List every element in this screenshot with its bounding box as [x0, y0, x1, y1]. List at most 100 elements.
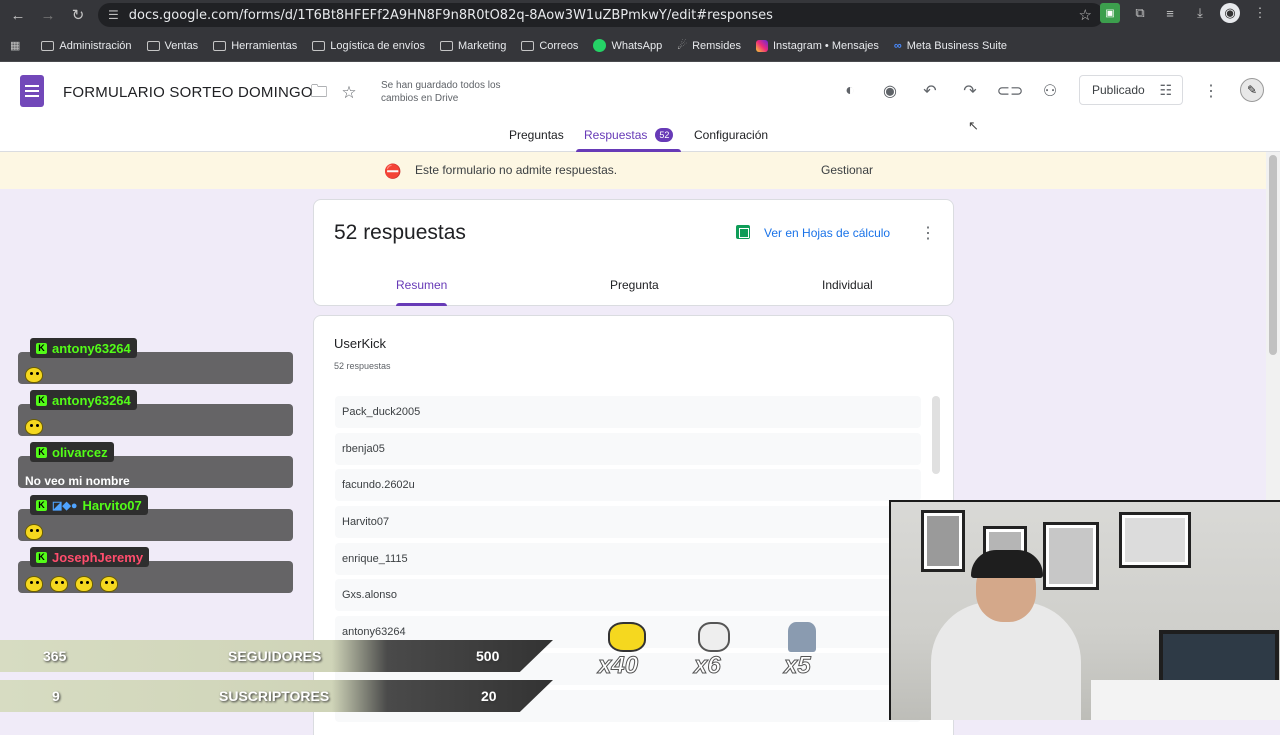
bookmark-star-icon[interactable]: ☆ — [1079, 6, 1092, 24]
multiplier-item: x6 — [694, 614, 754, 684]
more-options-icon[interactable]: ⋮ — [920, 223, 936, 243]
bookmark-item[interactable]: ∞ Meta Business Suite — [894, 40, 1007, 52]
subscriber-badge-icon: ◪◆● — [52, 499, 78, 512]
published-label: Publicado — [1092, 83, 1145, 97]
response-count-badge: 52 — [655, 128, 674, 142]
tab-label: Configuración — [694, 128, 769, 142]
emote-icon — [25, 419, 43, 435]
browser-toolbar: ← → ↻ ☰ docs.google.com/forms/d/1T6Bt8HF… — [0, 0, 1280, 30]
person-emote-icon — [788, 622, 816, 652]
list-item: Harvito07 — [335, 506, 921, 539]
wall-frame — [921, 510, 965, 572]
palette-icon[interactable]: ◐ — [838, 79, 862, 103]
skull-emote-icon — [698, 622, 730, 652]
responses-count: 52 respuestas — [334, 221, 466, 244]
multiplier-label: x40 — [597, 652, 639, 680]
manage-button[interactable]: Gestionar — [821, 163, 873, 177]
chat-username: JosephJeremy — [52, 549, 144, 565]
multiplier-item: x5 — [784, 614, 844, 684]
remsides-icon: ☄ — [677, 40, 688, 52]
reload-icon[interactable]: ↻ — [66, 3, 90, 27]
chat-username-tag: Kantony63264 — [30, 338, 137, 358]
chat-username-tag: K JosephJeremy — [30, 547, 150, 567]
page-scrollbar-thumb[interactable] — [1269, 155, 1277, 355]
emote-icon — [100, 576, 118, 592]
list-item: rbenja05 — [335, 432, 921, 465]
preview-eye-icon[interactable]: ◉ — [878, 79, 902, 103]
apps-grid-icon[interactable]: ▦ — [10, 39, 25, 52]
sheets-icon[interactable] — [736, 225, 750, 239]
chat-username-tag: Kantony63264 — [30, 390, 137, 410]
site-info-icon[interactable]: ☰ — [108, 8, 119, 22]
address-bar[interactable]: ☰ docs.google.com/forms/d/1T6Bt8HFEFf2A9… — [98, 3, 1104, 27]
list-item: Gxs.alonso — [335, 579, 921, 612]
bookmark-label: Administración — [59, 39, 132, 52]
google-forms-logo-icon[interactable] — [20, 75, 44, 107]
bookmarks-bar: ▦ Administración Ventas Herramientas Log… — [0, 30, 1280, 62]
back-icon[interactable]: ← — [6, 3, 30, 27]
subscribers-goal: 20 — [481, 688, 497, 704]
answers-scrollbar[interactable] — [932, 396, 940, 474]
bookmark-item[interactable]: WhatsApp — [593, 39, 662, 52]
bookmark-item[interactable]: Correos — [521, 40, 578, 52]
bookmark-item[interactable]: Marketing — [440, 40, 506, 52]
url-text: docs.google.com/forms/d/1T6Bt8HFEFf2A9HN… — [128, 7, 773, 23]
bookmark-item[interactable]: Herramientas — [213, 40, 297, 52]
folder-icon[interactable]: 🗀 — [308, 82, 330, 104]
sliders-icon: ☷ — [1159, 81, 1172, 98]
followers-label: SEGUIDORES — [228, 648, 322, 664]
bookmark-item[interactable]: ☄ Remsides — [677, 39, 741, 53]
emote-icon — [25, 367, 43, 383]
chat-username-tag: K ◪◆● Harvito07 — [30, 495, 148, 515]
list-item: facundo.2602u — [335, 469, 921, 502]
subtab-resumen[interactable]: Resumen — [396, 278, 448, 306]
bookmark-item[interactable]: Administración — [41, 39, 132, 52]
bookmark-label: Instagram • Mensajes — [772, 39, 879, 52]
chat-username: olivarcez — [52, 444, 108, 460]
profile-icon[interactable]: ◉ — [1220, 3, 1240, 23]
kick-badge-icon: K — [36, 499, 47, 511]
more-options-icon[interactable]: ⋮ — [1199, 79, 1223, 103]
view-in-sheets-link[interactable]: Ver en Hojas de cálculo — [764, 226, 890, 240]
link-icon[interactable]: ⊂⊃ — [997, 79, 1024, 103]
download-icon[interactable]: ⤓ — [1190, 3, 1210, 23]
kick-badge-icon: K — [36, 394, 47, 406]
tab-configuracion[interactable]: Configuración — [694, 128, 768, 152]
save-status: Se han guardado todos los cambios en Dri… — [381, 80, 501, 104]
wall-frame — [1043, 522, 1099, 590]
subtab-pregunta[interactable]: Pregunta — [610, 278, 659, 306]
redo-icon[interactable]: ↷ — [958, 79, 982, 103]
chat-username-tag: Kolivarcez — [30, 442, 114, 462]
webcam-feed — [889, 500, 1280, 720]
extension-icon[interactable]: ▣ — [1100, 3, 1120, 23]
forward-icon[interactable]: → — [36, 3, 60, 27]
avatar[interactable]: ✎ — [1240, 78, 1264, 102]
bookmark-label: Meta Business Suite — [906, 39, 1008, 52]
tab-respuestas[interactable]: Respuestas 52 — [575, 128, 682, 152]
form-title[interactable]: FORMULARIO SORTEO DOMINGO — [63, 84, 313, 101]
bookmark-item[interactable]: Instagram • Mensajes — [755, 39, 879, 52]
followers-goal-bar: 365 SEGUIDORES 500 — [0, 640, 553, 672]
star-icon[interactable]: ☆ — [338, 82, 360, 104]
media-icon[interactable]: ≡ — [1160, 3, 1180, 23]
list-item: Pack_duck2005 — [335, 396, 921, 428]
bookmark-item[interactable]: Ventas — [146, 40, 198, 52]
bookmark-label: Logística de envíos — [330, 39, 426, 52]
puzzle-icon[interactable]: ⧉ — [1130, 3, 1150, 23]
published-button[interactable]: Publicado ☷ — [1079, 75, 1183, 105]
subtab-individual[interactable]: Individual — [822, 278, 873, 306]
forms-header: FORMULARIO SORTEO DOMINGO 🗀 ☆ Se han gua… — [0, 62, 1280, 152]
tab-preguntas[interactable]: Preguntas — [509, 128, 564, 152]
menu-icon[interactable]: ⋮ — [1250, 3, 1270, 23]
folder-icon — [41, 40, 55, 51]
mouse-cursor-icon: ↖ — [968, 118, 979, 133]
multiplier-item: x40 — [596, 614, 656, 684]
multiplier-label: x5 — [784, 652, 812, 680]
subscribers-label: SUSCRIPTORES — [219, 688, 330, 704]
responses-summary-card: 52 respuestas Ver en Hojas de cálculo ⋮ … — [313, 199, 954, 306]
add-collaborator-icon[interactable]: ⚇ — [1038, 79, 1062, 103]
bookmark-item[interactable]: Logística de envíos — [312, 40, 425, 52]
undo-icon[interactable]: ↶ — [918, 79, 942, 103]
bookmark-label: WhatsApp — [611, 39, 663, 52]
whatsapp-icon — [593, 39, 607, 52]
